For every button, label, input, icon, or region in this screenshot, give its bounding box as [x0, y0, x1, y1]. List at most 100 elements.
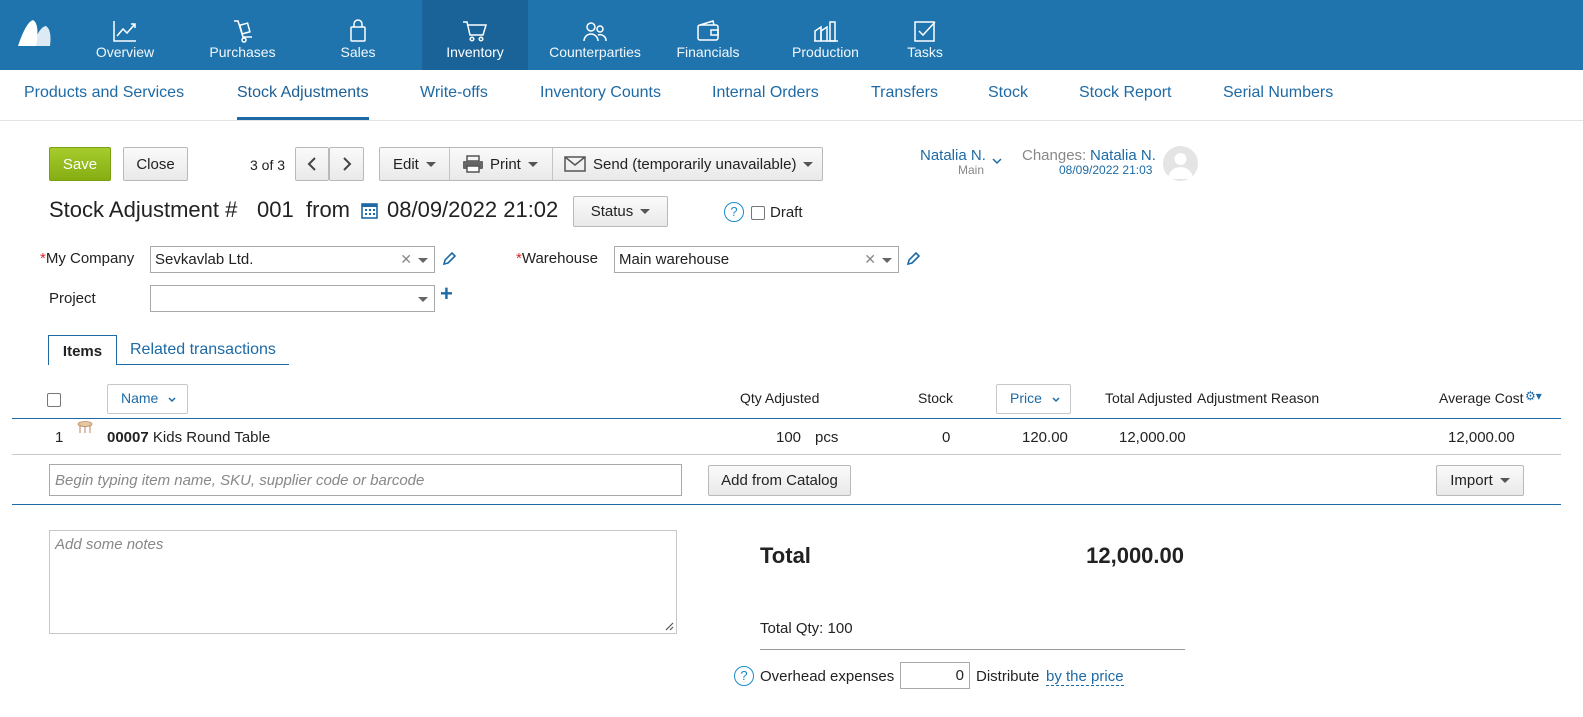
print-label: Print	[490, 155, 521, 173]
next-button[interactable]	[329, 147, 364, 181]
pencil-icon[interactable]	[442, 252, 456, 266]
subnav-products[interactable]: Products and Services	[24, 84, 184, 102]
changes-label: Changes:	[1022, 147, 1087, 164]
print-button[interactable]: Print	[462, 148, 538, 180]
price-column-sort[interactable]: Price	[996, 384, 1071, 414]
gear-icon[interactable]: ⚙▾	[1525, 389, 1542, 403]
edit-label: Edit	[393, 155, 419, 173]
document-datetime[interactable]: 08/09/2022 21:02	[387, 197, 558, 223]
subnav-stock-adjustments[interactable]: Stock Adjustments	[237, 84, 369, 102]
nav-tasks[interactable]: Tasks	[886, 0, 964, 70]
project-select[interactable]	[150, 285, 435, 312]
subnav-inventory-counts[interactable]: Inventory Counts	[540, 84, 661, 102]
caret-down-icon[interactable]	[418, 297, 428, 302]
price-header: Price	[1010, 390, 1042, 406]
subnav-write-offs[interactable]: Write-offs	[420, 84, 488, 102]
nav-sales-label: Sales	[340, 44, 376, 60]
subnav-transfers[interactable]: Transfers	[871, 84, 938, 102]
subnav-stock[interactable]: Stock	[988, 84, 1028, 102]
cart-icon	[463, 21, 488, 42]
overhead-input[interactable]: 0	[900, 662, 970, 689]
draft-checkbox[interactable]	[751, 206, 765, 220]
calendar-icon[interactable]	[361, 202, 378, 219]
tab-items[interactable]: Items	[48, 335, 117, 365]
company-value: Sevkavlab Ltd.	[155, 251, 254, 268]
add-project-icon[interactable]: +	[440, 283, 453, 305]
subnav-serial-numbers[interactable]: Serial Numbers	[1223, 84, 1333, 102]
caret-down-icon[interactable]	[418, 258, 428, 263]
select-all-checkbox[interactable]	[47, 393, 61, 407]
clear-icon[interactable]: ✕	[400, 251, 412, 268]
reason-header: Adjustment Reason	[1197, 390, 1320, 406]
close-button[interactable]: Close	[123, 147, 188, 181]
help-icon[interactable]: ?	[724, 202, 744, 222]
project-label: Project	[49, 290, 96, 307]
subnav-internal-orders[interactable]: Internal Orders	[712, 84, 819, 102]
caret-down-icon	[1499, 478, 1510, 483]
name-header: Name	[121, 390, 159, 406]
top-navigation: Overview Purchases Sales Inventory Count…	[0, 0, 1583, 70]
nav-financials[interactable]: Financials	[666, 0, 750, 70]
row-price[interactable]: 120.00	[1022, 429, 1068, 446]
active-tab-indicator	[237, 117, 369, 120]
clear-icon[interactable]: ✕	[864, 251, 876, 268]
nav-inventory[interactable]: Inventory	[422, 0, 528, 70]
draft-label: Draft	[770, 204, 803, 221]
page-title: Stock Adjustment #	[49, 197, 238, 222]
tab-related-transactions[interactable]: Related transactions	[130, 341, 276, 359]
import-button[interactable]: Import	[1436, 465, 1524, 496]
caret-down-icon[interactable]	[882, 258, 892, 263]
row-index: 1	[55, 429, 64, 446]
avatar[interactable]	[1163, 146, 1198, 181]
logo-icon[interactable]	[16, 18, 54, 48]
row-qty[interactable]: 100	[776, 429, 801, 446]
total-value: 12,000.00	[1086, 543, 1184, 568]
add-from-catalog-button[interactable]: Add from Catalog	[708, 465, 851, 496]
nav-sales[interactable]: Sales	[318, 0, 398, 70]
caret-down-icon	[425, 161, 436, 167]
from-label: from	[306, 197, 350, 222]
chevron-down-icon	[1052, 397, 1060, 403]
save-button[interactable]: Save	[49, 147, 111, 181]
nav-overview-label: Overview	[95, 44, 155, 60]
changes-author[interactable]: Natalia N.	[1090, 147, 1156, 164]
name-column-sort[interactable]: Name	[107, 384, 188, 414]
nav-purchases[interactable]: Purchases	[200, 0, 285, 70]
nav-production-label: Production	[792, 44, 859, 60]
import-label: Import	[1450, 472, 1493, 489]
hand-truck-icon	[233, 20, 252, 43]
document-number[interactable]: 001	[257, 197, 294, 223]
distribute-method-link[interactable]: by the price	[1046, 668, 1124, 686]
user-silhouette-icon	[1168, 153, 1193, 179]
warehouse-select[interactable]: Main warehouse ✕	[614, 246, 899, 273]
row-item[interactable]: 00007 Kids Round Table	[107, 429, 270, 446]
nav-overview[interactable]: Overview	[86, 0, 164, 70]
header-divider	[12, 418, 1561, 419]
pencil-icon[interactable]	[906, 252, 920, 266]
totals-divider	[760, 649, 1185, 650]
row-stock: 0	[942, 429, 951, 446]
warehouse-label-text: Warehouse	[521, 250, 598, 267]
printer-icon	[463, 155, 483, 173]
item-search-input[interactable]: Begin typing item name, SKU, supplier co…	[49, 464, 682, 496]
warehouse-value: Main warehouse	[619, 251, 730, 268]
row-name: Kids Round Table	[152, 429, 271, 446]
send-button[interactable]: Send (temporarily unavailable)	[564, 148, 814, 180]
nav-production[interactable]: Production	[778, 0, 873, 70]
resize-handle-icon[interactable]	[664, 621, 674, 631]
status-dropdown[interactable]: Status	[573, 196, 668, 227]
nav-financials-label: Financials	[676, 44, 740, 60]
subnav-stock-report[interactable]: Stock Report	[1079, 84, 1171, 102]
separator	[449, 148, 450, 180]
edit-button[interactable]: Edit	[393, 148, 436, 180]
owner-name[interactable]: Natalia N.	[920, 147, 986, 164]
previous-button[interactable]	[295, 147, 329, 181]
help-icon[interactable]: ?	[734, 666, 754, 686]
notes-textarea[interactable]: Add some notes	[49, 530, 677, 634]
tab-underline	[117, 364, 289, 365]
chevron-down-icon[interactable]	[992, 157, 1002, 165]
company-select[interactable]: Sevkavlab Ltd. ✕	[150, 246, 435, 273]
pager-text: 3 of 3	[250, 157, 286, 173]
row-total: 12,000.00	[1119, 429, 1186, 446]
nav-counterparties[interactable]: Counterparties	[540, 0, 650, 70]
